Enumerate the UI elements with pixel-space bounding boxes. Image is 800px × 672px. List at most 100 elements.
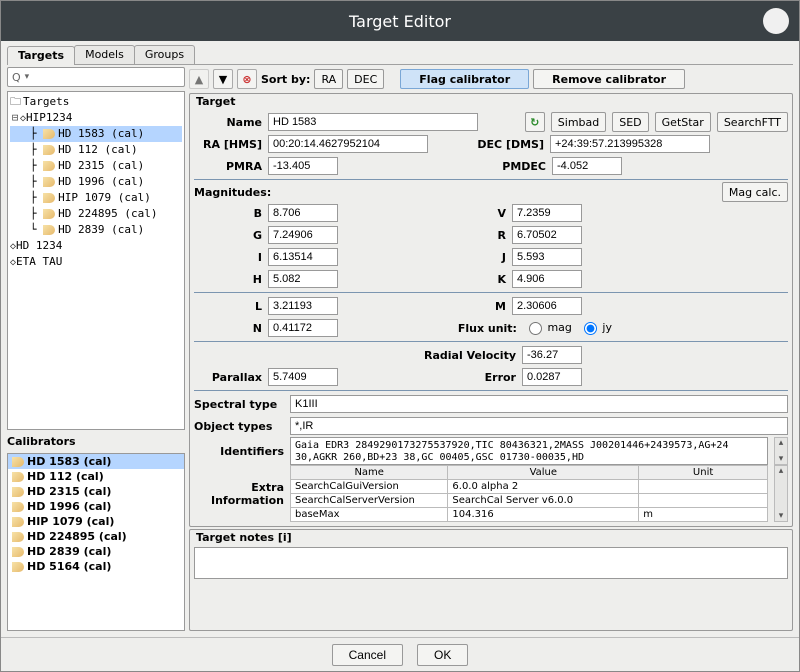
list-item[interactable]: HIP 1079 (cal) (8, 514, 184, 529)
mag-b-field[interactable] (268, 204, 338, 222)
calibrator-icon (12, 457, 24, 467)
mag-n-field[interactable] (268, 319, 338, 337)
tree-item[interactable]: ├ HD 112 (cal) (10, 142, 182, 158)
ra-label: RA [HMS] (194, 138, 262, 151)
searchftt-button[interactable]: SearchFTT (717, 112, 788, 132)
window-title: Target Editor (349, 12, 451, 31)
table-row[interactable]: SearchCalGuiVersion6.0.0 alpha 2 (291, 480, 768, 494)
fluxunit-mag-radio[interactable]: mag (523, 321, 572, 335)
parallax-label: Parallax (194, 371, 262, 384)
tree-item[interactable]: ├ HD 1583 (cal) (10, 126, 182, 142)
delete-button[interactable]: ⊗ (237, 69, 257, 89)
mag-r-field[interactable] (512, 226, 582, 244)
mag-h-field[interactable] (268, 270, 338, 288)
tab-models[interactable]: Models (74, 45, 135, 64)
tab-groups[interactable]: Groups (134, 45, 195, 64)
tree-item[interactable]: ├ HD 1996 (cal) (10, 174, 182, 190)
pmdec-field[interactable] (552, 157, 622, 175)
window-control[interactable] (763, 8, 789, 34)
move-down-button[interactable]: ▼ (213, 69, 233, 89)
list-item[interactable]: HD 112 (cal) (8, 469, 184, 484)
notes-field[interactable] (194, 547, 788, 579)
calibrator-icon (43, 129, 55, 139)
flag-calibrator-button[interactable]: Flag calibrator (400, 69, 529, 89)
name-field[interactable] (268, 113, 478, 131)
scrollbar[interactable]: ▴▾ (774, 437, 788, 465)
mag-l-field[interactable] (268, 297, 338, 315)
ok-button[interactable]: OK (417, 644, 468, 666)
rv-field[interactable] (522, 346, 582, 364)
move-up-button: ▲ (189, 69, 209, 89)
mag-m-field[interactable] (512, 297, 582, 315)
simbad-button[interactable]: Simbad (551, 112, 606, 132)
tree-root[interactable]: Targets (10, 94, 182, 110)
list-item[interactable]: HD 2839 (cal) (8, 544, 184, 559)
tree-node-hip[interactable]: ⊟ HIP1234 (10, 110, 182, 126)
col-name: Name (291, 466, 448, 480)
magcalc-button[interactable]: Mag calc. (722, 182, 788, 202)
scroll-up-icon: ▴ (779, 438, 784, 448)
mag-i-field[interactable] (268, 248, 338, 266)
fluxunit-label: Flux unit: (458, 322, 517, 335)
refresh-button[interactable] (525, 112, 545, 132)
sort-ra-button[interactable]: RA (314, 69, 343, 89)
tree-node[interactable]: HD 1234 (10, 238, 182, 254)
getstar-button[interactable]: GetStar (655, 112, 711, 132)
pmra-label: PMRA (194, 160, 262, 173)
error-field[interactable] (522, 368, 582, 386)
tree-item[interactable]: ├ HIP 1079 (cal) (10, 190, 182, 206)
target-group: Target Name Simbad SED GetStar SearchFTT… (189, 93, 793, 527)
triangle-down-icon: ▼ (219, 73, 227, 86)
mag-k-field[interactable] (512, 270, 582, 288)
search-input[interactable]: Q ▾ (7, 67, 185, 87)
identifiers-field[interactable]: Gaia EDR3 2849290173275537920,TIC 804363… (290, 437, 768, 465)
sort-dec-button[interactable]: DEC (347, 69, 384, 89)
search-icon: Q (12, 71, 21, 84)
dec-field[interactable] (550, 135, 710, 153)
sptype-field[interactable] (290, 395, 788, 413)
refresh-icon (530, 116, 539, 129)
scroll-down-icon: ▾ (779, 454, 784, 464)
left-column: Q ▾ Targets ⊟ HIP1234 ├ HD 1583 (cal) ├ … (7, 67, 185, 631)
col-unit: Unit (639, 466, 768, 480)
folder-icon (10, 94, 23, 110)
sed-button[interactable]: SED (612, 112, 648, 132)
calibrators-list[interactable]: HD 1583 (cal) HD 112 (cal) HD 2315 (cal)… (7, 453, 185, 631)
scrollbar[interactable]: ▴▾ (774, 465, 788, 522)
cancel-button[interactable]: Cancel (332, 644, 403, 666)
tree-node[interactable]: ETA TAU (10, 254, 182, 270)
sptype-label: Spectral type (194, 398, 284, 411)
mag-g-field[interactable] (268, 226, 338, 244)
tab-targets[interactable]: Targets (7, 46, 75, 65)
rv-label: Radial Velocity (424, 349, 516, 362)
calibrator-icon (43, 177, 55, 187)
tree-item[interactable]: └ HD 2839 (cal) (10, 222, 182, 238)
mag-j-field[interactable] (512, 248, 582, 266)
table-row[interactable]: baseMax104.316m (291, 508, 768, 522)
mag-v-field[interactable] (512, 204, 582, 222)
fluxunit-jy-radio[interactable]: jy (578, 321, 612, 335)
tree-item[interactable]: ├ HD 224895 (cal) (10, 206, 182, 222)
list-item[interactable]: HD 1996 (cal) (8, 499, 184, 514)
name-label: Name (194, 116, 262, 129)
calibrator-icon (12, 472, 24, 482)
triangle-up-icon: ▲ (195, 73, 203, 86)
calibrator-icon (43, 193, 55, 203)
ra-field[interactable] (268, 135, 428, 153)
remove-calibrator-button[interactable]: Remove calibrator (533, 69, 685, 89)
list-item[interactable]: HD 1583 (cal) (8, 454, 184, 469)
list-item[interactable]: HD 224895 (cal) (8, 529, 184, 544)
tree-item[interactable]: ├ HD 2315 (cal) (10, 158, 182, 174)
list-item[interactable]: HD 2315 (cal) (8, 484, 184, 499)
targets-tree[interactable]: Targets ⊟ HIP1234 ├ HD 1583 (cal) ├ HD 1… (7, 91, 185, 430)
calibrator-icon (43, 209, 55, 219)
toolbar: ▲ ▼ ⊗ Sort by: RA DEC Flag calibrator Re… (189, 67, 793, 91)
parallax-field[interactable] (268, 368, 338, 386)
pmra-field[interactable] (268, 157, 338, 175)
objtypes-field[interactable] (290, 417, 788, 435)
dec-label: DEC [DMS] (434, 138, 544, 151)
extra-info-table[interactable]: Name Value Unit SearchCalGuiVersion6.0.0… (290, 465, 768, 522)
list-item[interactable]: HD 5164 (cal) (8, 559, 184, 574)
table-row[interactable]: SearchCalServerVersionSearchCal Server v… (291, 494, 768, 508)
notes-title: Target notes [i] (194, 531, 294, 544)
